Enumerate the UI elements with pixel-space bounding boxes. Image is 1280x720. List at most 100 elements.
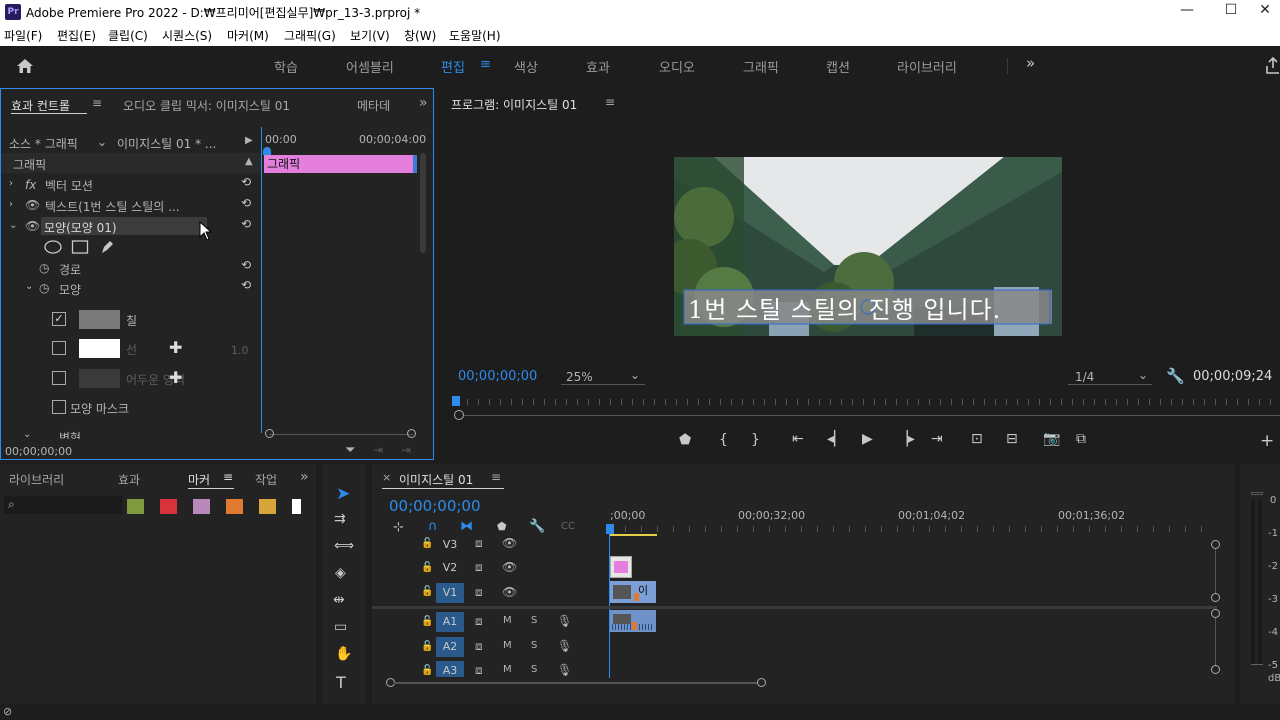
eye-icon[interactable]: 👁 (25, 198, 40, 212)
tab-libraries[interactable]: 라이브러리 (9, 471, 64, 488)
tab-metadata[interactable]: 메타데 (357, 97, 390, 114)
collapse-icon[interactable]: ▲ (245, 156, 253, 167)
reset-icon[interactable]: ⟲ (241, 196, 251, 210)
snap-icon[interactable]: ∩ (428, 519, 438, 534)
lock-icon[interactable]: 🔓 (421, 641, 433, 652)
tab-markers[interactable]: 마커 (188, 471, 210, 488)
lock-icon[interactable]: 🔓 (421, 665, 433, 676)
timeline-menu-icon[interactable]: ≡ (491, 470, 501, 484)
workspace-editing[interactable]: 편집 (441, 57, 465, 76)
chevron-down-icon[interactable]: ⌄ (97, 135, 107, 149)
more-panels-icon[interactable]: » (419, 95, 428, 111)
lock-icon[interactable]: 🔓 (421, 586, 433, 597)
filter-icon[interactable]: ⏷ (345, 443, 355, 458)
comparison-view-icon[interactable]: ⧉ (1076, 431, 1086, 447)
shadow-color-swatch[interactable] (79, 369, 120, 388)
menu-file[interactable]: 파일(F) (4, 27, 42, 44)
marker-color-swatch[interactable] (160, 499, 177, 514)
ellipse-tool-icon[interactable] (43, 240, 63, 254)
workspace-menu-icon[interactable]: ≡ (480, 57, 491, 72)
marker-color-swatch[interactable] (193, 499, 210, 514)
lift-icon[interactable]: ⊡ (971, 431, 983, 447)
timeline-playhead[interactable] (606, 524, 614, 534)
graphic-clip-bar[interactable]: 그래픽 (264, 155, 417, 173)
marker-color-swatch[interactable] (226, 499, 243, 514)
ripple-edit-tool-icon[interactable]: ⟺ (334, 538, 354, 554)
step-back-icon[interactable]: ◂▏ (827, 431, 845, 447)
reset-icon[interactable]: ⟲ (241, 258, 251, 272)
track-a1[interactable]: A1 (436, 612, 464, 632)
track-v3[interactable]: V3 (436, 535, 464, 555)
menu-view[interactable]: 보기(V) (350, 27, 390, 44)
track-a3[interactable]: A3 (436, 661, 464, 677)
program-playhead[interactable] (452, 396, 460, 406)
mute-button[interactable]: M (503, 664, 512, 675)
timeline-timecode[interactable]: 00;00;00;00 (389, 497, 481, 515)
marker-color-swatch[interactable] (127, 499, 144, 514)
vertical-scrollbar[interactable] (420, 153, 426, 253)
source-label[interactable]: 소스 * 그래픽 (9, 135, 78, 152)
caption-text[interactable]: 1번 스틸 스틸의 진행 입니다. (688, 290, 1001, 325)
fill-checkbox[interactable]: ✓ (52, 312, 66, 326)
add-marker-icon[interactable]: ⬟ (679, 432, 691, 448)
pen-tool-icon[interactable] (99, 239, 115, 255)
sync-lock-icon[interactable]: ⧈ (475, 639, 483, 654)
lock-icon[interactable]: 🔓 (421, 562, 433, 573)
stroke-width-value[interactable]: 1.0 (231, 344, 249, 357)
effect-controls-menu-icon[interactable]: ≡ (92, 96, 102, 110)
tab-effects[interactable]: 효과 (118, 471, 140, 488)
tab-audio-clip-mixer[interactable]: 오디오 클립 믹서: 이미지스틸 01 (123, 97, 290, 114)
nest-icon[interactable]: ⊹ (393, 520, 404, 535)
collapse-icon[interactable]: ⌄ (25, 281, 33, 292)
menu-clip[interactable]: 클립(C) (108, 27, 148, 44)
slip-tool-icon[interactable]: ⇹ (333, 592, 345, 608)
menu-sequence[interactable]: 시퀀스(S) (162, 27, 212, 44)
track-v2[interactable]: V2 (436, 558, 464, 578)
close-icon[interactable]: ✕ (1250, 2, 1280, 18)
extract-icon[interactable]: ⊟ (1006, 431, 1018, 447)
add-icon[interactable]: ✚ (169, 338, 182, 357)
mark-in-icon[interactable]: { (719, 432, 728, 448)
maximize-icon[interactable]: ☐ (1216, 2, 1246, 18)
microphone-icon[interactable]: 🎙 (557, 639, 572, 653)
wrench-icon[interactable]: 🔧 (529, 519, 545, 534)
more-workspaces-icon[interactable]: » (1026, 54, 1035, 72)
workspace-effects[interactable]: 효과 (586, 57, 610, 76)
fill-color-swatch[interactable] (79, 310, 120, 329)
tab-tasks[interactable]: 작업 (255, 471, 277, 488)
rectangle-tool-icon[interactable]: ▭ (334, 619, 347, 635)
mark-out-icon[interactable]: } (751, 432, 760, 448)
timeline-zoom-scrollbar[interactable] (394, 682, 758, 684)
marker-color-swatch[interactable] (259, 499, 276, 514)
menu-help[interactable]: 도움말(H) (449, 27, 501, 44)
track-v1[interactable]: V1 (436, 583, 464, 603)
stroke-color-swatch[interactable] (79, 339, 120, 358)
collapse-icon[interactable]: ⌄ (23, 429, 31, 440)
settings-wrench-icon[interactable]: 🔧 (1166, 367, 1185, 385)
program-timecode[interactable]: 00;00;00;00 (458, 369, 537, 384)
microphone-icon[interactable]: 🎙 (557, 663, 572, 677)
track-select-tool-icon[interactable]: ⇉ (334, 511, 346, 527)
text-layer-label[interactable]: 텍스트(1번 스틸 스틸의 ... (45, 198, 180, 215)
sync-lock-icon[interactable]: ⧈ (475, 536, 483, 551)
eye-icon[interactable]: 👁 (502, 536, 517, 550)
go-to-in-icon[interactable]: ⇤ (792, 431, 804, 447)
razor-tool-icon[interactable]: ◈ (335, 565, 346, 581)
play-only-icon[interactable]: ▶ (245, 135, 253, 146)
solo-button[interactable]: S (531, 664, 537, 675)
share-icon[interactable] (1266, 57, 1280, 75)
program-menu-icon[interactable]: ≡ (605, 95, 615, 109)
workspace-assembly[interactable]: 어셈블리 (346, 57, 394, 76)
minimize-icon[interactable]: — (1172, 2, 1202, 18)
selection-tool-icon[interactable]: ➤ (336, 484, 350, 504)
sequence-label[interactable]: 이미지스틸 01 * ... (117, 135, 216, 152)
marker-color-swatch[interactable] (292, 499, 301, 514)
solo-button[interactable]: S (531, 615, 537, 626)
go-to-out-icon[interactable]: ⇥ (931, 431, 943, 447)
lock-icon[interactable]: 🔓 (421, 538, 433, 549)
sync-lock-icon[interactable]: ⧈ (475, 560, 483, 575)
more-panels-icon[interactable]: » (300, 469, 309, 485)
workspace-libraries[interactable]: 라이브러리 (897, 57, 957, 76)
shape-layer-label[interactable]: 모양(모양 01) (44, 219, 117, 236)
play-icon[interactable]: ▶ (862, 431, 873, 447)
